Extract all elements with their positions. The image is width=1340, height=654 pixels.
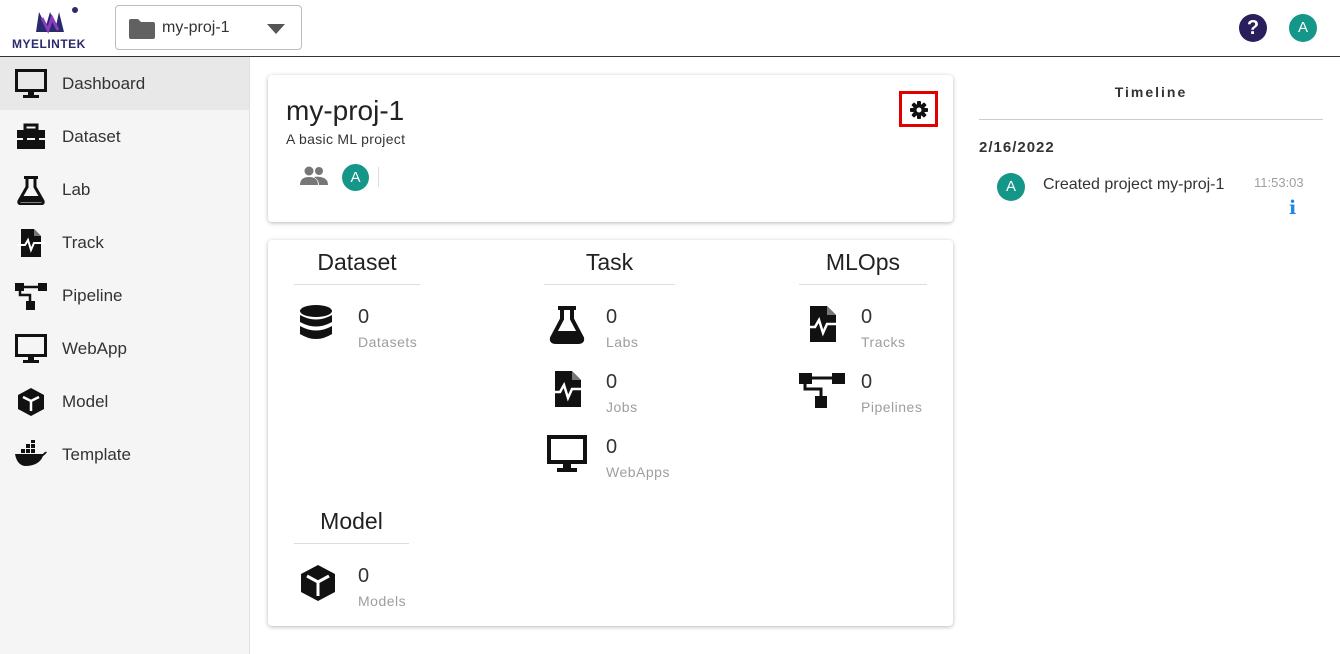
mlops-section-title: MLOps [825,249,901,275]
sidebar-item-lab[interactable]: Lab [0,163,249,216]
toolbox-icon [17,123,45,149]
monitor-icon [15,334,47,363]
flask-icon [17,176,45,205]
sidebar-item-label: Dashboard [62,74,146,93]
stat-label: Pipelines [861,399,923,415]
monitor-icon [547,435,587,472]
stat-value: 0 [606,436,618,458]
info-icon[interactable]: i [1289,197,1296,219]
cube-icon [301,565,335,601]
caret-down-icon [267,24,285,34]
logo-mark-icon [36,7,78,34]
divider [799,284,927,285]
stat-value: 0 [606,306,618,328]
logo-text: MYELINTEK [12,37,86,51]
project-title: my-proj-1 [286,95,405,126]
stat-value: 0 [358,565,370,587]
stat-value: 0 [861,371,873,393]
timeline-date: 2/16/2022 [979,139,1055,156]
divider [294,543,409,544]
sidebar-item-label: Lab [62,180,91,199]
stat-value: 0 [358,306,370,328]
sidebar: Dashboard Dataset Lab Track Pipeline Web… [0,57,250,654]
gear-icon [910,101,928,119]
sidebar-item-label: Track [62,233,104,252]
divider [378,167,379,187]
sidebar-item-pipeline[interactable]: Pipeline [0,269,249,322]
sitemap-icon [15,283,47,310]
sidebar-item-track[interactable]: Track [0,216,249,269]
dataset-section-title: Dataset [317,249,397,275]
model-section-title: Model [320,508,383,534]
monitor-icon [15,69,47,98]
myelintek-logo[interactable]: MYELINTEK [12,4,100,54]
stat-label: Tracks [861,334,906,350]
stat-label: Datasets [358,334,418,350]
stat-label: Labs [606,334,639,350]
sidebar-item-model[interactable]: Model [0,375,249,428]
sidebar-item-label: Dataset [62,127,121,146]
help-icon[interactable]: ? [1239,14,1267,42]
docker-whale-icon [15,440,47,466]
stat-label: WebApps [606,464,670,480]
project-description: A basic ML project [286,131,406,147]
file-waveform-icon [550,371,584,407]
folder-icon [129,19,155,39]
sidebar-item-label: Template [62,445,131,464]
sidebar-item-label: Pipeline [62,286,123,305]
project-info-card: my-proj-1 A basic ML project A [268,75,953,222]
member-avatar[interactable]: A [342,164,369,191]
timeline-avatar: A [997,173,1025,201]
divider [294,284,420,285]
divider [979,119,1323,120]
sidebar-item-dashboard[interactable]: Dashboard [0,57,249,110]
sidebar-item-webapp[interactable]: WebApp [0,322,249,375]
file-waveform-icon [805,306,839,342]
sidebar-item-template[interactable]: Template [0,428,249,481]
sitemap-icon [799,373,845,408]
flask-icon [549,306,585,344]
database-icon [300,305,332,339]
project-selector-value: my-proj-1 [162,19,230,36]
file-waveform-icon [17,229,45,257]
top-bar: MYELINTEK my-proj-1 ? A [0,0,1340,57]
task-section-title: Task [585,249,634,275]
timeline-entry-text: Created project my-proj-1 [1043,176,1225,193]
user-avatar[interactable]: A [1289,14,1317,42]
sidebar-item-label: WebApp [62,339,127,358]
stat-label: Models [358,593,407,609]
stat-value: 0 [861,306,873,328]
stat-value: 0 [606,371,618,393]
project-selector[interactable]: my-proj-1 [115,5,302,50]
divider [544,284,675,285]
stat-label: Jobs [606,399,638,415]
sidebar-item-dataset[interactable]: Dataset [0,110,249,163]
timeline-title: Timeline [1114,84,1188,100]
cube-icon [18,388,44,416]
settings-button[interactable] [899,91,938,127]
sidebar-item-label: Model [62,392,109,411]
project-stats-card: Dataset 0 Datasets Task 0 Labs 0 Jobs 0 … [268,240,953,626]
timeline-entry-time: 11:53:03 [1254,175,1304,190]
members-icon[interactable] [300,166,328,186]
